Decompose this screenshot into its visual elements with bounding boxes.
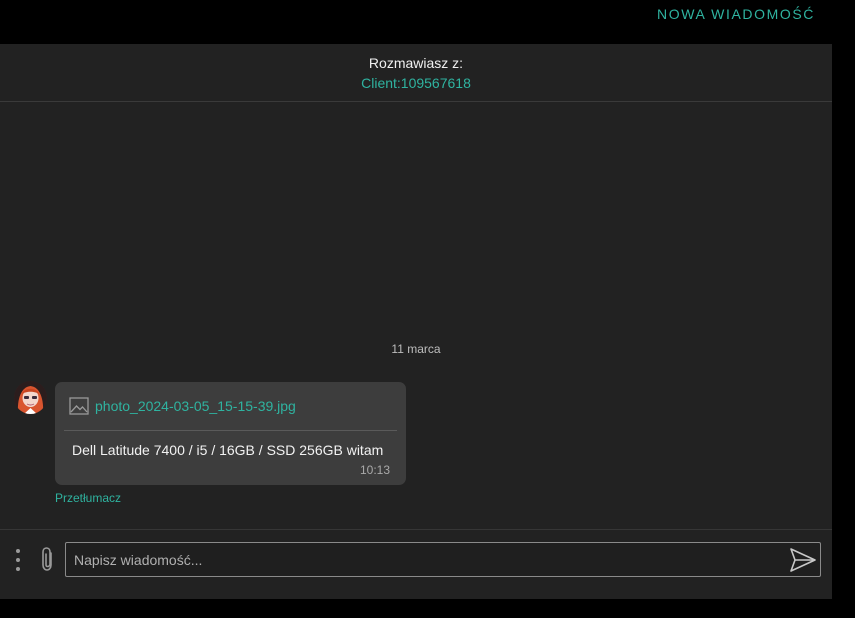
translate-link[interactable]: Przetłumacz xyxy=(55,491,121,505)
send-icon[interactable] xyxy=(789,547,817,573)
message-bubble: photo_2024-03-05_15-15-39.jpg Dell Latit… xyxy=(55,382,406,485)
date-separator: 11 marca xyxy=(391,342,441,356)
attachment-row[interactable]: photo_2024-03-05_15-15-39.jpg xyxy=(69,396,296,416)
client-name-link[interactable]: Client:109567618 xyxy=(0,75,832,91)
top-bar: NOWA WIADOMOŚĆ xyxy=(0,0,855,44)
new-message-button[interactable]: NOWA WIADOMOŚĆ xyxy=(657,6,815,22)
paperclip-icon[interactable] xyxy=(38,546,58,572)
attachment-filename[interactable]: photo_2024-03-05_15-15-39.jpg xyxy=(95,398,296,414)
more-vertical-icon[interactable] xyxy=(12,547,24,573)
chatting-with-label: Rozmawiasz z: xyxy=(368,55,464,71)
chat-header: Rozmawiasz z: Client:109567618 xyxy=(0,44,832,102)
avatar xyxy=(14,381,47,414)
message-time: 10:13 xyxy=(359,463,390,477)
bottom-strip xyxy=(0,599,855,618)
composer xyxy=(0,529,832,600)
bubble-divider xyxy=(64,430,397,431)
chat-panel: Rozmawiasz z: Client:109567618 11 marca … xyxy=(0,44,832,599)
message-input[interactable] xyxy=(65,542,821,577)
image-icon xyxy=(69,397,89,415)
message-text: Dell Latitude 7400 / i5 / 16GB / SSD 256… xyxy=(72,442,384,458)
